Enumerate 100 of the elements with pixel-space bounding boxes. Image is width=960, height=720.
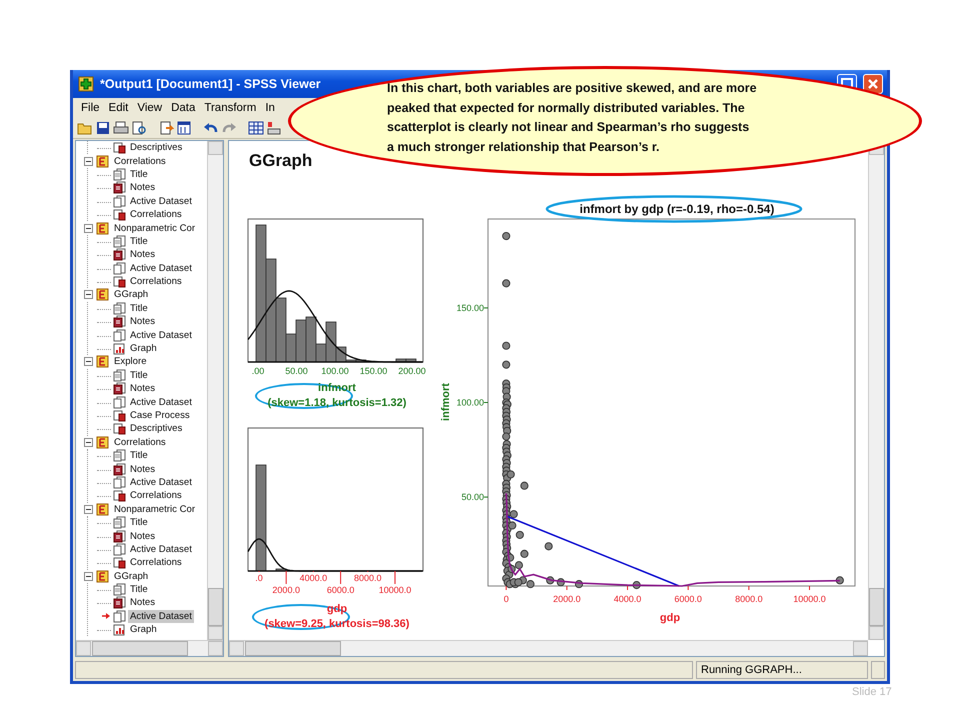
book-icon: [96, 436, 109, 449]
tree-item[interactable]: Correlations: [128, 489, 184, 502]
tree-item[interactable]: Notes: [128, 382, 158, 396]
axis-tick-label: .0: [255, 570, 263, 583]
scroll-thumb[interactable]: [208, 588, 223, 626]
collapse-toggle[interactable]: [84, 572, 93, 581]
chart-icon: [113, 342, 126, 356]
notes-icon: [113, 530, 126, 543]
tree-item[interactable]: Correlations: [128, 556, 184, 570]
tree-item[interactable]: Active Dataset: [128, 610, 194, 623]
tree-item[interactable]: Correlations: [128, 275, 184, 288]
tree-item[interactable]: Title: [128, 516, 150, 530]
tree-item[interactable]: Notes: [128, 181, 158, 194]
data-point: [514, 561, 523, 570]
data-point: [544, 542, 553, 550]
export-icon[interactable]: [158, 120, 174, 136]
axis-tick-label: .00: [252, 366, 264, 376]
horizontal-scrollbar[interactable]: [229, 640, 868, 656]
collapse-toggle[interactable]: [84, 290, 93, 300]
book-icon: [96, 154, 109, 168]
tree-item[interactable]: Title: [128, 168, 150, 181]
tree-item[interactable]: GGraph: [112, 288, 150, 302]
menu-item[interactable]: In: [265, 102, 275, 114]
data-point: [502, 432, 510, 441]
tree-item[interactable]: Active Dataset: [128, 328, 194, 342]
tree-item[interactable]: Title: [128, 302, 150, 315]
tree-item[interactable]: Notes: [128, 248, 158, 262]
tree-item[interactable]: Graph: [128, 342, 159, 356]
table-icon[interactable]: [248, 120, 264, 136]
data-point: [836, 576, 844, 584]
document-icon: [113, 476, 126, 489]
status-message: Running GGRAPH...: [696, 661, 868, 679]
tree-item[interactable]: Active Dataset: [128, 542, 194, 556]
axis-tick-label: 4000.0: [300, 570, 328, 583]
collapse-toggle[interactable]: [84, 438, 93, 447]
print-preview-icon[interactable]: [130, 120, 146, 136]
tree-item[interactable]: Active Dataset: [128, 476, 194, 489]
tree-item[interactable]: Explore: [112, 355, 149, 368]
horizontal-scrollbar[interactable]: [76, 640, 223, 656]
tree-item[interactable]: Active Dataset: [128, 194, 194, 208]
tree-item[interactable]: GGraph: [112, 570, 150, 583]
minus-icon: [84, 357, 93, 366]
tree-item[interactable]: Active Dataset: [128, 396, 194, 409]
save-icon[interactable]: [94, 120, 110, 136]
x-tick-label: 0: [504, 594, 509, 604]
tree-item[interactable]: Nonparametric Cor: [112, 222, 198, 235]
table-icon: [113, 489, 126, 502]
collapse-toggle[interactable]: [84, 156, 93, 166]
data-point: [556, 578, 565, 586]
data-point: [516, 530, 524, 539]
menu-item[interactable]: View: [137, 102, 162, 114]
scroll-thumb[interactable]: [245, 641, 341, 656]
tree-item[interactable]: Case Process: [128, 409, 192, 422]
collapse-toggle[interactable]: [84, 224, 93, 233]
table-icon: [113, 208, 126, 222]
scroll-thumb[interactable]: [869, 588, 884, 626]
menu-item[interactable]: Data: [171, 102, 196, 114]
collapse-toggle[interactable]: [84, 357, 93, 366]
tree-item[interactable]: Title: [128, 368, 150, 382]
axis-tick-label: 2000.0: [553, 586, 581, 604]
data-window-icon[interactable]: [176, 120, 192, 136]
insert-icon[interactable]: [266, 120, 282, 136]
x-tick-label: 2000.0: [553, 594, 581, 604]
menu-item[interactable]: Transform: [204, 102, 256, 114]
tree-item[interactable]: Nonparametric Cor: [112, 502, 198, 516]
tree-item[interactable]: Notes: [128, 596, 158, 610]
notes-icon: [113, 596, 126, 610]
vertical-scrollbar[interactable]: [207, 141, 223, 640]
tree-item[interactable]: Title: [128, 583, 150, 596]
menu-item[interactable]: File: [81, 102, 100, 114]
axis-tick-label: 200.00: [398, 366, 426, 376]
close-icon: [867, 78, 879, 90]
book-icon: [96, 222, 109, 235]
chart-icon: [113, 623, 126, 636]
axis-tick-label: 100.00: [321, 366, 349, 376]
tree-item[interactable]: Descriptives: [128, 422, 184, 436]
tree-item[interactable]: Notes: [128, 530, 158, 543]
tree-item[interactable]: Active Dataset: [128, 262, 194, 275]
output-heading: GGraph: [249, 151, 312, 172]
tree-item[interactable]: Title: [128, 234, 150, 248]
title-icon: [113, 302, 126, 315]
scroll-thumb[interactable]: [92, 641, 188, 656]
callout-text: In this chart, both variables are positive skewed, and are more peaked that expected for normally distributed variables. The scatterplot is clearly not linear and Spearman’s rho suggests a much stronger relationship that Pearson’s r.: [387, 80, 758, 156]
tree-item[interactable]: Correlations: [112, 436, 168, 449]
tree-item[interactable]: Descriptives: [128, 141, 184, 154]
tree-item[interactable]: Correlations: [112, 154, 168, 168]
tree-item[interactable]: Notes: [128, 315, 158, 328]
tree-item[interactable]: Graph: [128, 623, 159, 636]
close-button[interactable]: [863, 74, 883, 94]
book-icon: [96, 355, 109, 368]
axis-tick-label: 150.00: [360, 366, 388, 376]
tree-item[interactable]: Notes: [128, 462, 158, 476]
collapse-toggle[interactable]: [84, 504, 93, 514]
tree-item[interactable]: Title: [128, 449, 150, 462]
x-tick-label: 6000.0: [674, 594, 702, 604]
axis-tick-label: 50.00: [461, 492, 488, 502]
tree-item[interactable]: Correlations: [128, 208, 184, 222]
menu-item[interactable]: Edit: [108, 102, 128, 114]
data-point: [546, 576, 554, 584]
print-icon[interactable]: [112, 120, 128, 136]
